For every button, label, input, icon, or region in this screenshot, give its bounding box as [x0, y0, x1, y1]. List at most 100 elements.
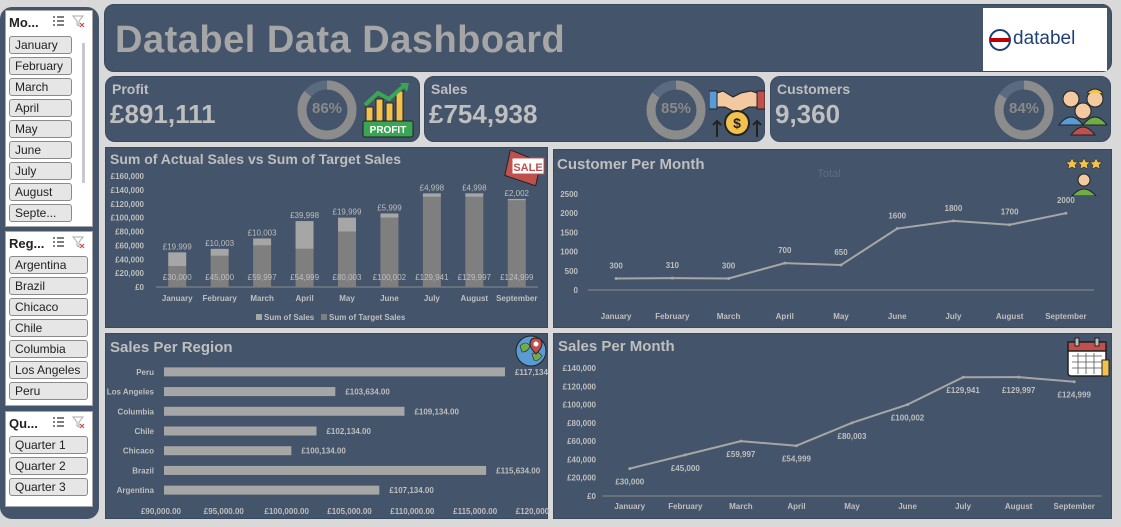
clear-filter-icon[interactable]	[72, 15, 85, 28]
y-tick-label: £20,000	[567, 474, 596, 483]
actual-sales-bar	[338, 217, 356, 232]
region-slicer-title: Reg...	[9, 236, 45, 251]
sales-data-label: £100,002	[891, 414, 925, 423]
month-item[interactable]: Septe...	[9, 204, 72, 222]
clear-filter-icon[interactable]	[72, 236, 85, 249]
region-item[interactable]: Columbia	[9, 340, 88, 358]
region-item[interactable]: Chicaco	[9, 298, 88, 316]
kpi-card-customers: Customers 9,360 84%	[770, 76, 1111, 142]
logo-globe-icon	[989, 29, 1011, 51]
x-tick-label: February	[655, 312, 690, 321]
y-tick-label: Peru	[136, 368, 154, 377]
region-bar	[164, 387, 336, 397]
region-bar	[164, 485, 380, 495]
actual-sales-bar	[422, 193, 441, 197]
month-slicer-scrollbar[interactable]	[80, 35, 88, 207]
month-item[interactable]: June	[9, 141, 72, 159]
kpi-value: £754,938	[429, 99, 538, 129]
customer-point	[670, 276, 674, 280]
multi-select-icon[interactable]	[52, 416, 65, 429]
month-item[interactable]: August	[9, 183, 72, 201]
region-item[interactable]: Los Angeles	[9, 361, 88, 379]
sales-data-label: £5,999	[377, 203, 402, 212]
x-tick-label: May	[339, 294, 355, 303]
customer-point	[1064, 211, 1068, 215]
x-tick-label: April	[295, 294, 313, 303]
kpi-value: £891,111	[110, 99, 216, 129]
y-tick-label: 500	[565, 267, 579, 276]
region-item[interactable]: Chile	[9, 319, 88, 337]
customer-data-label: 300	[609, 261, 623, 270]
x-tick-label: June	[888, 312, 907, 321]
actual-sales-bar	[210, 248, 229, 256]
customer-data-label: 700	[778, 246, 792, 255]
x-tick-label: February	[203, 294, 238, 303]
sales-per-month-chart: £0 £20,000 £40,000 £60,000 £80,000 £100,000 £1…	[563, 364, 1102, 511]
x-tick-label: September	[1045, 312, 1086, 321]
region-data-label: £117,134.00	[515, 368, 549, 377]
sales-data-label: £124,999	[1058, 391, 1092, 400]
month-item[interactable]: February	[9, 57, 72, 75]
x-tick-label: July	[955, 502, 972, 511]
x-tick-label: £110,000.00	[390, 507, 435, 516]
month-item[interactable]: July	[9, 162, 72, 180]
x-tick-label: January	[162, 294, 193, 303]
region-item[interactable]: Brazil	[9, 277, 88, 295]
x-tick-label: £90,000.00	[141, 507, 182, 516]
quarter-item[interactable]: Quarter 3	[9, 478, 88, 496]
x-tick-label: July	[945, 312, 962, 321]
customer-data-label: 2000	[1057, 196, 1075, 205]
scrollbar-thumb[interactable]	[82, 43, 85, 183]
y-tick-label: £100,000	[111, 214, 145, 223]
x-tick-label: September	[496, 294, 537, 303]
customer-data-label: 310	[666, 261, 680, 270]
multi-select-icon[interactable]	[52, 15, 65, 28]
target-data-label: £100,002	[373, 273, 407, 282]
y-tick-label: £0	[587, 492, 596, 501]
month-item[interactable]: April	[9, 99, 72, 117]
month-item[interactable]: May	[9, 120, 72, 138]
region-item[interactable]: Argentina	[9, 256, 88, 274]
y-tick-label: 0	[574, 286, 579, 295]
sales-point	[906, 403, 910, 407]
y-tick-label: 1500	[560, 228, 578, 237]
y-tick-label: Argentina	[117, 486, 155, 495]
x-tick-label: September	[1054, 502, 1095, 511]
kpi-label: Profit	[112, 81, 149, 97]
x-tick-label: January	[614, 502, 645, 511]
kpi-label: Customers	[777, 81, 851, 97]
month-item[interactable]: January	[9, 36, 72, 54]
quarter-item[interactable]: Quarter 1	[9, 436, 88, 454]
clear-filter-icon[interactable]	[72, 416, 85, 429]
sales-point	[739, 439, 743, 443]
target-data-label: £129,997	[458, 273, 492, 282]
customers-group-icon	[1057, 88, 1109, 136]
legend-label: Sum of Target Sales	[329, 313, 406, 322]
y-tick-label: 2500	[560, 190, 578, 199]
x-tick-label: August	[461, 294, 489, 303]
donut-percent: 85%	[660, 100, 692, 117]
y-tick-label: £80,000	[115, 228, 144, 237]
quarter-item[interactable]: Quarter 2	[9, 457, 88, 475]
region-item[interactable]: Peru	[9, 382, 88, 400]
svg-text:$: $	[733, 115, 741, 131]
target-data-label: £54,999	[290, 273, 319, 282]
customer-data-label: 1700	[1001, 208, 1019, 217]
multi-select-icon[interactable]	[52, 236, 65, 249]
sales-data-label: £59,997	[726, 450, 755, 459]
x-tick-label: £100,000.00	[264, 507, 309, 516]
sales-per-region-panel: Sales Per Region Peru£117,134.00Los Ange…	[105, 333, 549, 519]
customer-per-month-panel: Customer Per Month Total 0 500 1000 1500 2000…	[553, 149, 1112, 328]
y-tick-label: £140,000	[563, 364, 597, 373]
customer-point	[783, 261, 787, 265]
region-data-label: £103,634.00	[345, 388, 390, 397]
customer-data-label: 1800	[945, 204, 963, 213]
sales-point	[683, 453, 687, 457]
month-item[interactable]: March	[9, 78, 72, 96]
region-data-label: £115,634.00	[496, 466, 541, 475]
target-sales-bar	[210, 255, 229, 287]
quarter-slicer: Qu... Quarter 1 Quarter 2 Quarter 3	[5, 411, 93, 507]
donut-percent: 84%	[1008, 100, 1040, 117]
y-tick-label: £60,000	[567, 437, 596, 446]
x-tick-label: March	[729, 502, 753, 511]
